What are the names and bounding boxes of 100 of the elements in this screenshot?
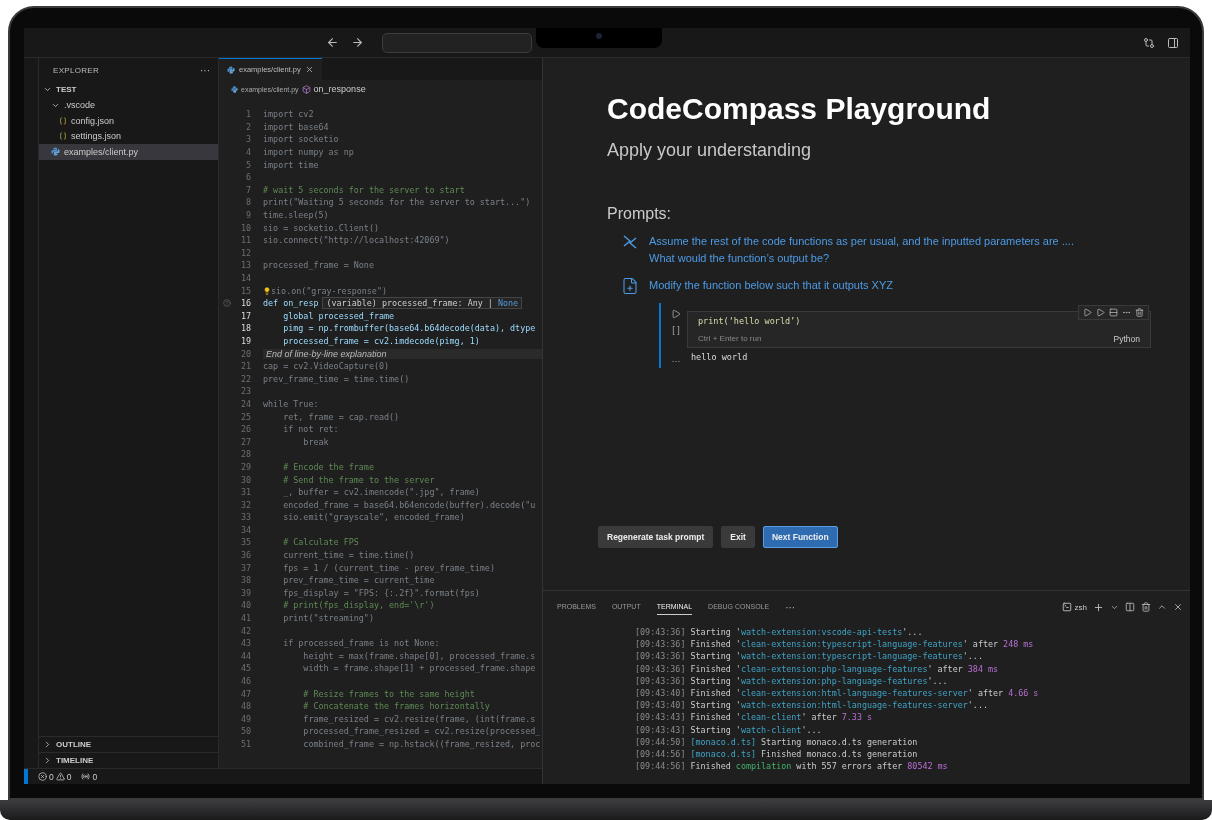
hover-tooltip: (variable) processed_frame: Any | None (322, 297, 523, 310)
code-line: ret, frame = cap.read() (282, 411, 400, 422)
code-line: import cv2 (263, 109, 314, 120)
line-number: 41 (240, 613, 251, 624)
arrow-left-icon (326, 36, 339, 49)
python-icon (227, 65, 235, 74)
code-line: _, buffer = cv2.imencode(".jpg", frame) (282, 487, 480, 498)
broadcast-icon (81, 772, 91, 781)
code-line: processed_frame = cv2.imdecode(pimg, 1) (282, 336, 480, 346)
prompts-heading: Prompts: (607, 205, 672, 223)
line-number: 35 (240, 537, 251, 548)
code-line: # Resize frames to the same height (302, 688, 475, 699)
more-button[interactable]: ··· (200, 64, 210, 76)
tree-item[interactable]: settings.json (39, 128, 218, 144)
chevron-up-icon[interactable] (1157, 602, 1167, 612)
split-cell-icon[interactable] (1109, 308, 1118, 317)
code-line: global processed_frame (282, 310, 395, 321)
trash-icon[interactable] (1141, 602, 1151, 612)
split-icon[interactable] (1125, 602, 1135, 612)
action-button[interactable]: Exit (721, 526, 755, 548)
prompt-text[interactable]: Assume the rest of the code functions as per usual, and the inputted parameters are .... What would the function’s output be? (649, 233, 1074, 267)
line-number: 3 (245, 134, 251, 145)
line-number: 24 (240, 398, 251, 409)
code-cell[interactable]: print(‘hello world’) Ctrl + Enter to run Python (687, 311, 1151, 348)
code-line: break (302, 436, 329, 447)
action-button[interactable]: Next Function (762, 526, 838, 548)
ports-count: 0 (92, 771, 98, 782)
line-number: 34 (240, 524, 251, 535)
code-line: # Calculate FPS (282, 537, 359, 548)
line-number: 2 (245, 121, 251, 132)
lightbulb-icon[interactable] (263, 286, 271, 295)
compare-icon (1143, 36, 1155, 49)
code-line: fps_display = "FPS: {:.2f}".format(fps) (282, 587, 480, 598)
terminal-line: [09:44:56] Finished compilation with 557 errors after 80542 ms (635, 761, 949, 774)
line-number: 1 (245, 109, 251, 120)
code-line: # Encode the frame (282, 461, 374, 472)
terminal-icon (1061, 602, 1072, 612)
code-line: def on_resp (263, 298, 319, 309)
code-line: sio.on("gray-response") (271, 285, 387, 296)
tree-item[interactable]: .vscode (39, 97, 218, 113)
line-number: 32 (240, 499, 251, 510)
line-number: 40 (240, 600, 251, 611)
plus-icon[interactable] (1093, 601, 1104, 613)
line-number: 48 (240, 701, 251, 712)
code-line: import base64 (263, 121, 329, 132)
line-number: 33 (240, 512, 251, 523)
ports-indicator[interactable]: 0 (81, 771, 98, 782)
code-line: sio.emit("grayscale", encoded_frame) (282, 512, 465, 523)
line-number: 39 (240, 587, 251, 598)
terminal-line: [09:43:36] Starting 'watch-extension:vscode-api-tests'... (635, 627, 924, 639)
braces-icon (59, 116, 67, 125)
line-number: 5 (245, 159, 251, 170)
code-line: # Send the frame to the server (282, 474, 435, 485)
code-line: fps = 1 / (current_time - prev_frame_time) (282, 562, 495, 573)
cell-code: print(‘hello world’) (698, 316, 802, 326)
prompt-text[interactable]: Modify the function below such that it outputs XYZ (649, 277, 893, 294)
section-header[interactable]: OUTLINE (39, 736, 218, 752)
close-icon[interactable] (1173, 602, 1183, 612)
execution-count: [ ] (672, 325, 680, 335)
page-title: CodeCompass Playground (607, 92, 992, 126)
line-number: 6 (245, 172, 251, 183)
line-number: 49 (240, 713, 251, 724)
code-line: height = max(frame.shape[0], processed_frame.s (302, 650, 536, 661)
terminal-line: [09:43:40] Starting 'watch-extension:html-language-features-server'... (635, 700, 989, 713)
line-number: 27 (240, 436, 251, 447)
action-button[interactable]: Regenerate task prompt (598, 526, 714, 548)
run-hint: Ctrl + Enter to run (698, 334, 762, 344)
code-line: prev_frame_time = current_time (282, 575, 435, 586)
trash-icon[interactable] (1135, 308, 1144, 317)
more-button[interactable]: ··· (785, 601, 796, 613)
code-line: prev_frame_time = time.time() (263, 373, 410, 384)
code-line: while True: (263, 398, 319, 409)
code-line: import time (263, 159, 319, 170)
line-number: 43 (240, 638, 251, 649)
tree-item[interactable]: TEST (39, 82, 218, 98)
help-icon (222, 299, 231, 308)
line-number: 38 (240, 575, 251, 586)
code-line: if processed_frame is not None: (282, 638, 440, 649)
search-field[interactable] (382, 32, 532, 53)
tree-item[interactable]: examples/client.py (39, 144, 218, 160)
error-count: 0 (49, 771, 54, 782)
tree-item[interactable]: config.json (39, 113, 218, 129)
section-label: OUTLINE (56, 740, 92, 749)
line-number: 28 (240, 449, 251, 460)
code-line: frame_resized = cv2.resize(frame, (int(frame.s (302, 713, 536, 724)
problems-indicator[interactable]: 0 0 (38, 771, 72, 782)
code-line: print("streaming") (282, 613, 374, 624)
terminal-line: [09:43:43] Finished 'clean-client' after 7.33 s (635, 712, 873, 725)
shell-selector[interactable]: zsh (1061, 602, 1087, 612)
line-number: 23 (240, 386, 251, 397)
close-icon[interactable] (304, 65, 314, 74)
run-icon[interactable] (671, 309, 681, 319)
warning-count: 0 (66, 771, 72, 782)
language-label[interactable]: Python (1113, 334, 1140, 344)
terminal-line: [09:43:36] Finished 'clean-extension:php-language-features' after 384 ms (635, 663, 1000, 676)
error-icon (38, 772, 47, 781)
warning-icon (55, 772, 65, 781)
breadcrumb-symbol[interactable]: on_response (313, 84, 366, 94)
more-icon[interactable] (1122, 308, 1131, 317)
terminal-line: [09:43:40] Finished 'clean-extension:html-language-features-server' after 4.66 s (635, 687, 1040, 700)
